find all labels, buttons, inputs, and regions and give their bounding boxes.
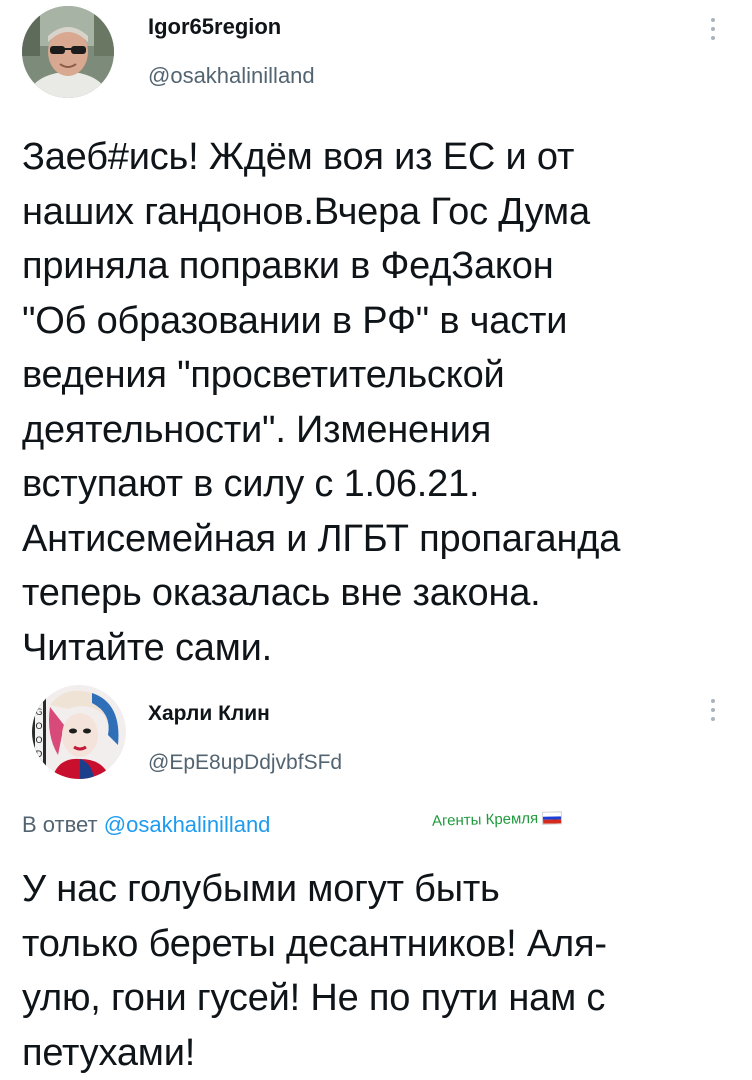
avatar-photo-icon — [22, 6, 114, 98]
tweet-text: Заеб#ись! Ждём воя из ЕС и от наших ганд… — [22, 130, 737, 675]
avatar[interactable] — [22, 6, 114, 98]
tweet-text-line: ведения "просветительской — [22, 354, 505, 396]
display-name[interactable]: Igor65region — [148, 14, 281, 40]
tweet-text-line: Антисемейная и ЛГБТ пропаганда — [22, 517, 621, 560]
tweet-text-line: "Об образовании в РФ" в части — [22, 299, 568, 342]
reply-to-line: В ответ @osakhalinilland — [22, 812, 270, 838]
user-handle[interactable]: @EpE8upDdjvbfSFd — [148, 751, 342, 775]
svg-text:G: G — [36, 708, 43, 718]
tweet-text-line: приняла поправки в ФедЗакон — [22, 245, 554, 287]
reply-mention-link[interactable]: @osakhalinilland — [104, 812, 271, 837]
tweet-text-line: улю, гони гусей! Не по пути нам с — [22, 977, 606, 1019]
more-vertical-icon[interactable] — [708, 699, 718, 727]
tweet-text-line: только береты десантников! Аля- — [22, 922, 607, 965]
more-vertical-icon[interactable] — [708, 18, 718, 46]
avatar[interactable]: G O O D — [32, 685, 126, 779]
user-handle[interactable]: @osakhalinilland — [148, 63, 315, 89]
svg-text:O: O — [35, 736, 42, 746]
tweet-text-line: наших гандонов.Вчера Гос Дума — [22, 190, 590, 233]
reply-prefix: В ответ — [22, 812, 98, 837]
tweet-text-line: теперь оказалась вне закона. — [22, 572, 541, 614]
tweet-text-line: вступают в силу с 1.06.21. — [22, 463, 480, 505]
tweet-text-line: Читайте сами. — [22, 626, 273, 669]
tweet-text-line: Заеб#ись! Ждём воя из ЕС и от — [22, 136, 575, 178]
svg-text:D: D — [36, 750, 43, 760]
tweet-text: У нас голубыми могут быть только береты … — [22, 862, 722, 1080]
display-name[interactable]: Харли Клин — [148, 702, 270, 726]
russian-flag-icon — [542, 811, 563, 825]
avatar-photo-icon: G O O D — [32, 685, 126, 779]
tweet-text-line: У нас голубыми могут быть — [22, 868, 500, 910]
tweet-reply: G O O D Харли Клин @EpE8upDdjvbfSFd В от… — [0, 675, 752, 1080]
tweet-text-line: петухами! — [22, 1031, 196, 1074]
tweet-original: Igor65region @osakhalinilland Заеб#ись! … — [0, 0, 752, 675]
svg-text:O: O — [35, 722, 42, 732]
tweet-text-line: деятельности". Изменения — [22, 408, 492, 451]
watermark-text: Агенты Кремля — [431, 809, 539, 830]
watermark: Агенты Кремля — [431, 809, 563, 830]
